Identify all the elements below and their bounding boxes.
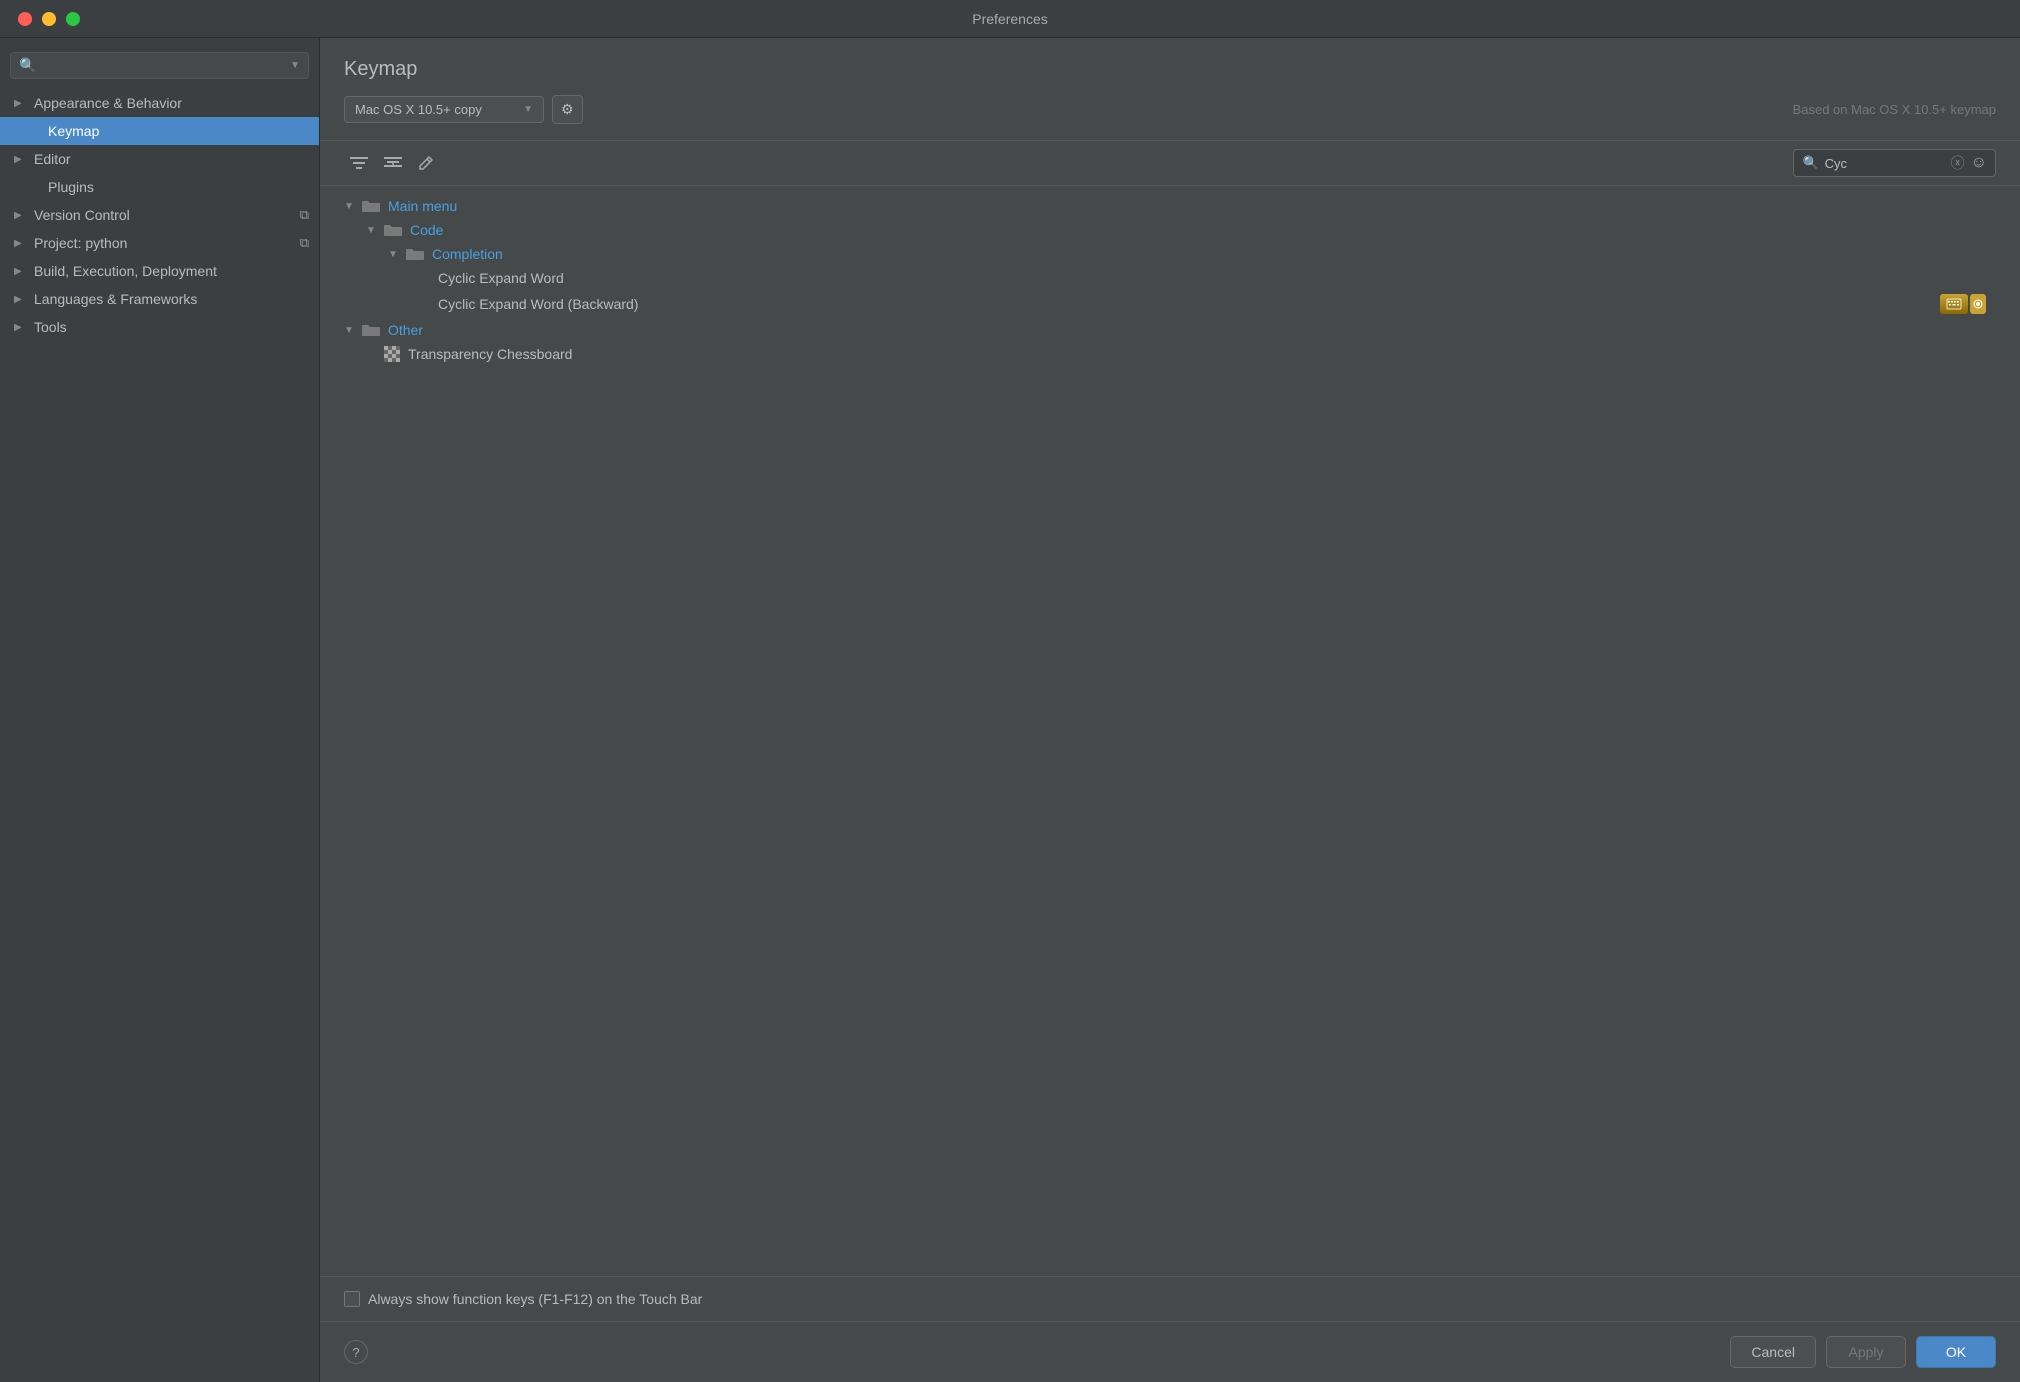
tree-item-label: Main menu — [388, 198, 457, 214]
content-header: Keymap Mac OS X 10.5+ copy ▼ ⚙ Based on … — [320, 38, 2020, 141]
chevron-right-icon: ▶ — [14, 98, 28, 109]
sidebar-search-bar: 🔍 ▼ — [0, 46, 319, 89]
content-title: Keymap — [344, 58, 1996, 81]
toggle-icon: ▼ — [366, 225, 380, 236]
tree-item-cyclic-expand-word-backward[interactable]: Cyclic Expand Word (Backward) — [320, 290, 2020, 318]
dropdown-arrow-icon: ▼ — [523, 104, 533, 115]
tree-item-label: Transparency Chessboard — [408, 346, 572, 362]
chevron-right-icon: ▶ — [14, 322, 28, 333]
key-icon — [1973, 299, 1983, 309]
sidebar-item-build-execution[interactable]: ▶ Build, Execution, Deployment — [0, 257, 319, 285]
maximize-button[interactable] — [66, 12, 80, 26]
tree-item-label: Other — [388, 322, 423, 338]
folder-icon — [384, 223, 402, 237]
keymap-toolbar: 🔍 ⓧ ☺ — [320, 141, 2020, 186]
bottom-area: Always show function keys (F1-F12) on th… — [320, 1276, 2020, 1321]
copy-icon: ⧉ — [300, 235, 309, 251]
filter-by-person-button[interactable]: ☺ — [1971, 154, 1987, 172]
folder-icon — [406, 247, 424, 261]
keybinding-icon — [1940, 294, 1986, 314]
sidebar-item-label: Project: python — [34, 235, 294, 251]
tree-item-cyclic-expand-word[interactable]: Cyclic Expand Word — [320, 266, 2020, 290]
edit-button[interactable] — [412, 151, 440, 175]
sidebar-item-label: Editor — [34, 151, 309, 167]
keymap-based-on-label: Based on Mac OS X 10.5+ keymap — [1793, 102, 1996, 117]
content-area: Keymap Mac OS X 10.5+ copy ▼ ⚙ Based on … — [320, 38, 2020, 1382]
keyboard-icon — [1946, 298, 1962, 310]
filter2-button[interactable] — [378, 152, 408, 174]
keymap-selector-row: Mac OS X 10.5+ copy ▼ ⚙ Based on Mac OS … — [344, 95, 1996, 124]
tree-item-label: Cyclic Expand Word (Backward) — [438, 296, 638, 312]
toggle-icon: ▼ — [344, 325, 358, 336]
sidebar-item-label: Version Control — [34, 207, 294, 223]
search-icon: 🔍 — [19, 57, 36, 74]
tree-item-label: Completion — [432, 246, 503, 262]
sidebar-item-version-control[interactable]: ▶ Version Control ⧉ — [0, 201, 319, 229]
sidebar-search-wrapper[interactable]: 🔍 ▼ — [10, 52, 309, 79]
folder-icon — [362, 199, 380, 213]
tree-item-code[interactable]: ▼ Code — [320, 218, 2020, 242]
sidebar-search-input[interactable] — [42, 58, 284, 73]
sidebar-item-label: Plugins — [48, 179, 309, 195]
filter-button[interactable] — [344, 152, 374, 174]
function-keys-label: Always show function keys (F1-F12) on th… — [368, 1291, 702, 1307]
toolbar-search-wrapper: 🔍 ⓧ ☺ — [1793, 149, 1996, 177]
close-button[interactable] — [18, 12, 32, 26]
help-button[interactable]: ? — [344, 1340, 368, 1364]
chevron-right-icon: ▶ — [14, 294, 28, 305]
filter-icon — [350, 156, 368, 170]
sidebar-item-keymap[interactable]: Keymap — [0, 117, 319, 145]
sidebar-item-label: Build, Execution, Deployment — [34, 263, 309, 279]
footer-left: ? — [344, 1340, 368, 1364]
sidebar-item-plugins[interactable]: Plugins — [0, 173, 319, 201]
sidebar-item-languages-frameworks[interactable]: ▶ Languages & Frameworks — [0, 285, 319, 313]
edit-icon — [418, 155, 434, 171]
ok-button[interactable]: OK — [1916, 1336, 1996, 1368]
window-title: Preferences — [972, 11, 1047, 27]
tree-item-label: Code — [410, 222, 443, 238]
sidebar: 🔍 ▼ ▶ Appearance & Behavior Keymap ▶ Edi… — [0, 38, 320, 1382]
sidebar-item-label: Keymap — [48, 123, 309, 139]
tree-item-completion[interactable]: ▼ Completion — [320, 242, 2020, 266]
tree-item-label: Cyclic Expand Word — [438, 270, 564, 286]
sidebar-item-appearance-behavior[interactable]: ▶ Appearance & Behavior — [0, 89, 319, 117]
keymap-dropdown-label: Mac OS X 10.5+ copy — [355, 102, 515, 117]
toggle-icon: ▼ — [344, 201, 358, 212]
keymap-selector-left: Mac OS X 10.5+ copy ▼ ⚙ — [344, 95, 583, 124]
chessboard-icon — [384, 346, 400, 362]
keymap-tree: ▼ Main menu ▼ Code ▼ Completi — [320, 186, 2020, 1276]
chevron-right-icon: ▶ — [14, 238, 28, 249]
tree-item-other[interactable]: ▼ Other — [320, 318, 2020, 342]
sidebar-item-label: Appearance & Behavior — [34, 95, 309, 111]
tree-item-transparency-chessboard[interactable]: Transparency Chessboard — [320, 342, 2020, 366]
clear-search-button[interactable]: ⓧ — [1951, 153, 1965, 173]
main-layout: 🔍 ▼ ▶ Appearance & Behavior Keymap ▶ Edi… — [0, 38, 2020, 1382]
window-controls — [18, 12, 80, 26]
tree-item-main-menu[interactable]: ▼ Main menu — [320, 194, 2020, 218]
sidebar-item-tools[interactable]: ▶ Tools — [0, 313, 319, 341]
toggle-icon: ▼ — [388, 249, 402, 260]
sidebar-item-project-python[interactable]: ▶ Project: python ⧉ — [0, 229, 319, 257]
apply-button[interactable]: Apply — [1826, 1336, 1906, 1368]
chevron-right-icon: ▶ — [14, 210, 28, 221]
chevron-right-icon: ▶ — [14, 266, 28, 277]
toolbar-search-icon: 🔍 — [1802, 155, 1818, 171]
filter2-icon — [384, 156, 402, 170]
keymap-dropdown[interactable]: Mac OS X 10.5+ copy ▼ — [344, 96, 544, 123]
sidebar-item-editor[interactable]: ▶ Editor — [0, 145, 319, 173]
gear-button[interactable]: ⚙ — [552, 95, 583, 124]
function-keys-checkbox-wrapper: Always show function keys (F1-F12) on th… — [344, 1291, 702, 1307]
function-keys-checkbox[interactable] — [344, 1291, 360, 1307]
folder-icon — [362, 323, 380, 337]
search-dropdown-arrow: ▼ — [290, 60, 300, 71]
sidebar-item-label: Tools — [34, 319, 309, 335]
sidebar-item-label: Languages & Frameworks — [34, 291, 309, 307]
footer: ? Cancel Apply OK — [320, 1321, 2020, 1382]
chevron-right-icon: ▶ — [14, 154, 28, 165]
copy-icon: ⧉ — [300, 207, 309, 223]
keymap-search-input[interactable] — [1825, 156, 1945, 171]
titlebar: Preferences — [0, 0, 2020, 38]
cancel-button[interactable]: Cancel — [1730, 1336, 1816, 1368]
minimize-button[interactable] — [42, 12, 56, 26]
